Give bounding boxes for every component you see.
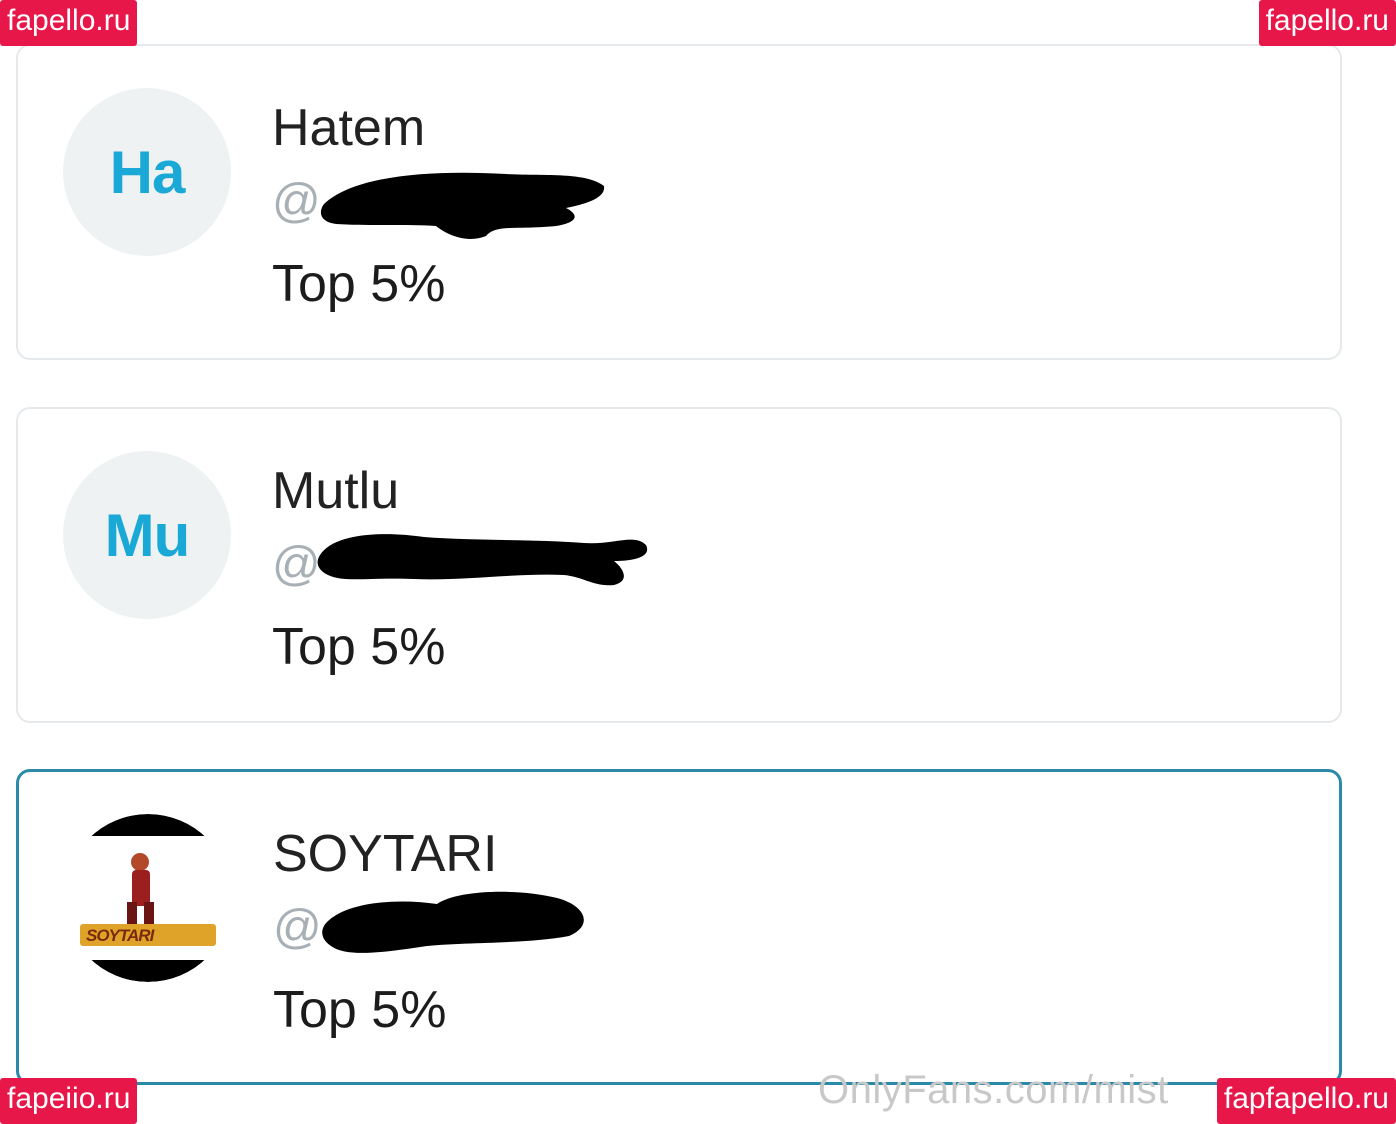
- avatar-image: SOYTARI: [64, 814, 232, 982]
- user-card-selected[interactable]: SOYTARI SOYTARI @ Top 5%: [16, 769, 1342, 1085]
- user-card[interactable]: Ha Hatem @ Top 5%: [16, 44, 1342, 360]
- user-name: SOYTARI: [273, 825, 498, 883]
- rank-label: Top 5%: [272, 255, 446, 313]
- redaction-scribble: [320, 172, 605, 239]
- user-handle: @: [272, 175, 321, 228]
- watermark-bottom-right: fapfapello.ru: [1216, 1078, 1396, 1124]
- redaction-scribble: [322, 891, 584, 953]
- avatar: Ha: [63, 88, 231, 256]
- user-handle: @: [273, 901, 322, 954]
- rank-label: Top 5%: [272, 618, 446, 676]
- watermark-top-right: fapello.ru: [1258, 0, 1396, 46]
- user-name: Hatem: [272, 99, 426, 157]
- avatar: Mu: [63, 451, 231, 619]
- onlyfans-watermark: OnlyFans.com/mist: [818, 1068, 1169, 1112]
- watermark-bottom-left: fapeiio.ru: [0, 1078, 138, 1124]
- redaction-scribble: [317, 534, 648, 586]
- user-name: Mutlu: [272, 462, 400, 520]
- soytari-avatar-icon: [64, 814, 232, 982]
- user-card[interactable]: Mu Mutlu @ Top 5%: [16, 407, 1342, 723]
- watermark-top-left: fapello.ru: [0, 0, 138, 46]
- rank-label: Top 5%: [273, 981, 447, 1039]
- avatar-logo-text: SOYTARI: [86, 926, 154, 945]
